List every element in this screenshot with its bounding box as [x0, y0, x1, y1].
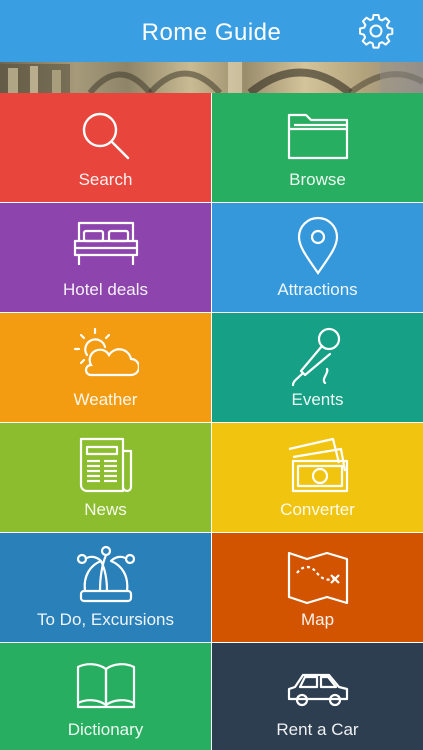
grid-divider-horizontal [0, 532, 423, 533]
tile-label: Browse [289, 170, 346, 189]
app-header: Rome Guide [0, 0, 423, 62]
tile-label: Rent a Car [276, 720, 359, 739]
newspaper-icon [73, 435, 139, 497]
tile-label: News [84, 500, 127, 519]
weather-tile[interactable]: Weather [0, 313, 211, 422]
rent-a-car-tile[interactable]: Rent a Car [212, 643, 423, 750]
microphone-icon [285, 325, 351, 387]
tile-label: Map [300, 610, 335, 629]
todo-excursions-tile[interactable]: To Do, Excursions [0, 533, 211, 642]
browse-tile[interactable]: Browse [212, 93, 423, 202]
bed-icon [73, 215, 139, 277]
grid-divider-horizontal [0, 422, 423, 423]
book-icon [73, 655, 139, 717]
map-pin-icon [285, 215, 351, 277]
treasure-map-icon [285, 545, 351, 607]
grid-divider-horizontal [0, 312, 423, 313]
car-icon [285, 655, 351, 717]
search-icon [73, 105, 139, 167]
folder-icon [285, 105, 351, 167]
tile-label: Converter [280, 500, 355, 519]
map-tile[interactable]: Map [212, 533, 423, 642]
tile-label: Events [291, 390, 344, 409]
tile-label: Weather [73, 390, 138, 409]
tile-label: Search [78, 170, 133, 189]
tile-label: To Do, Excursions [37, 610, 174, 629]
events-tile[interactable]: Events [212, 313, 423, 422]
sun-cloud-icon [73, 325, 140, 387]
hotel-deals-tile[interactable]: Hotel deals [0, 203, 211, 312]
tile-label: Hotel deals [62, 280, 149, 299]
jester-hat-icon [73, 545, 139, 607]
converter-tile[interactable]: Converter [212, 423, 423, 532]
news-tile[interactable]: News [0, 423, 211, 532]
attractions-tile[interactable]: Attractions [212, 203, 423, 312]
gear-icon[interactable] [357, 12, 395, 50]
tile-label: Dictionary [67, 720, 144, 739]
tile-label: Attractions [277, 280, 358, 299]
dictionary-tile[interactable]: Dictionary [0, 643, 211, 750]
money-icon [285, 435, 351, 497]
header-banner-image [0, 62, 423, 93]
search-tile[interactable]: Search [0, 93, 211, 202]
grid-divider-horizontal [0, 642, 423, 643]
grid-divider-horizontal [0, 202, 423, 203]
